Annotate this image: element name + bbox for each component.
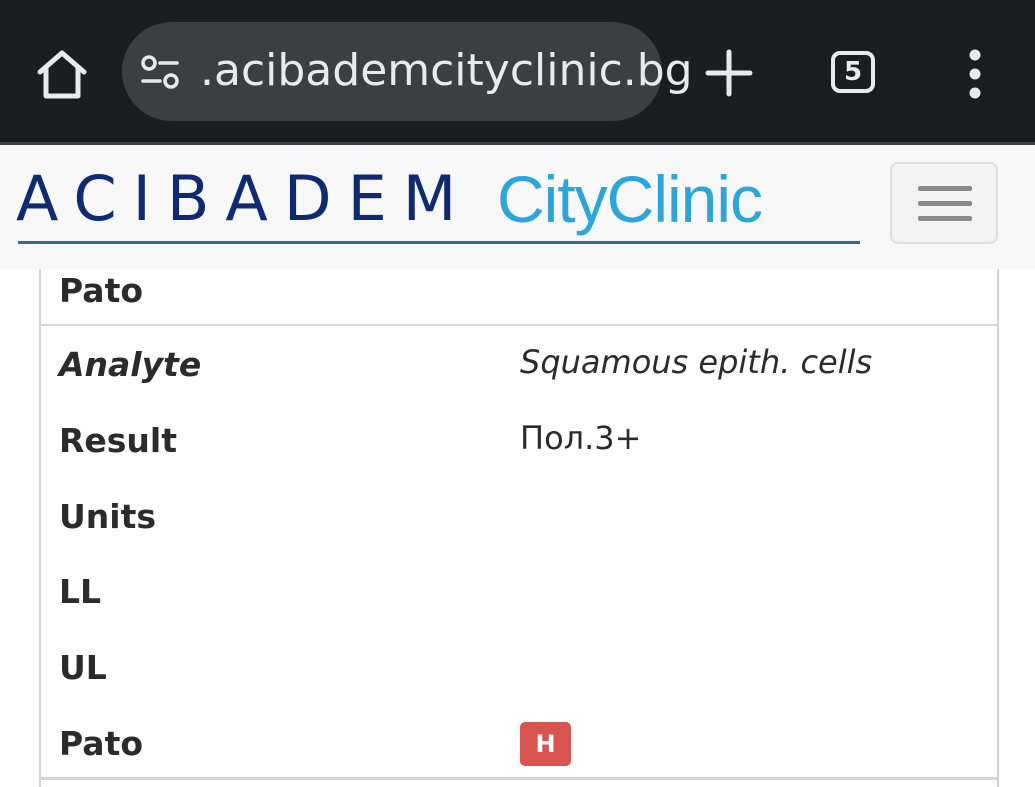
hamburger-icon-bar [918,186,972,191]
result-label: Result [59,421,178,460]
new-tab-icon[interactable] [702,46,756,100]
browser-toolbar: .acibademcityclinic.bg 5 [0,0,1035,142]
result-value: Пол.3+ [520,419,642,457]
units-label: Units [59,497,157,536]
logo-underline [18,241,860,244]
more-vert-icon[interactable] [956,48,994,100]
ul-label: UL [59,648,107,687]
pato-label: Pato [59,724,144,763]
site-header: ACIBADEM CityClinic [0,145,1035,269]
site-settings-icon[interactable] [140,52,180,92]
hamburger-icon-bar [918,216,972,221]
pato-flag-badge: H [520,722,571,766]
previous-record-tail: Pato [41,269,997,326]
address-bar[interactable]: .acibademcityclinic.bg [122,22,693,121]
ll-label: LL [59,572,102,611]
logo-cityclinic[interactable]: CityClinic [497,163,763,235]
row-divider [41,777,997,780]
nav-menu-button[interactable] [890,162,998,244]
tab-switcher-button[interactable]: 5 [831,51,875,93]
url-text[interactable]: .acibademcityclinic.bg [200,42,693,100]
lab-results-table: Pato Analyte Squamous epith. cells Resul… [39,269,999,787]
logo-acibadem[interactable]: ACIBADEM [16,163,472,235]
hamburger-icon-bar [918,201,972,206]
home-icon[interactable] [32,44,92,104]
analyte-value: Squamous epith. cells [520,343,873,381]
analyte-label: Analyte [59,345,202,384]
previous-pato-label: Pato [59,271,144,310]
